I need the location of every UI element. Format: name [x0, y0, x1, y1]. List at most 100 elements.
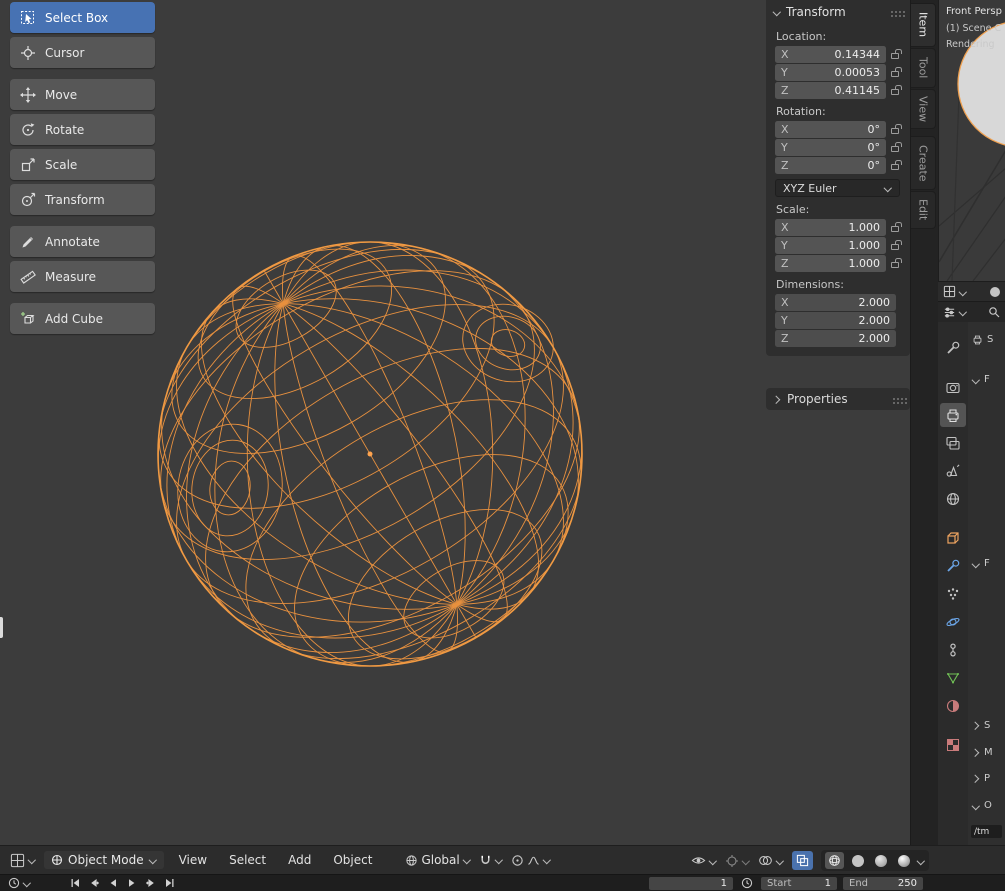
prev-keyframe-button[interactable]	[88, 877, 100, 889]
tool-cursor[interactable]: Cursor	[10, 37, 155, 68]
jump-to-start-button[interactable]	[69, 877, 81, 889]
properties-tab-world[interactable]	[940, 487, 966, 511]
scale-x-field[interactable]: X 1.000	[775, 219, 886, 236]
panel-grip-icon[interactable]	[893, 398, 895, 400]
properties-editor-icon[interactable]	[943, 306, 956, 319]
menu-view[interactable]: View	[172, 853, 214, 867]
properties-tab-object[interactable]	[940, 526, 966, 550]
scale-y-field[interactable]: Y 1.000	[775, 237, 886, 254]
proportional-editing-toggle[interactable]	[511, 854, 551, 867]
play-button[interactable]	[126, 877, 138, 889]
sidebar-tab-edit[interactable]: Edit	[911, 191, 936, 229]
tool-transform[interactable]: Transform	[10, 184, 155, 215]
properties-tab-tool[interactable]	[940, 336, 966, 360]
section-header[interactable]: F	[972, 558, 990, 569]
secondary-3d-viewport[interactable]: Front Persp (1) Scene C Rendering	[938, 0, 1005, 281]
properties-tab-texture[interactable]	[940, 733, 966, 757]
properties-tab-modifiers[interactable]	[940, 554, 966, 578]
chevron-down-icon[interactable]	[959, 308, 967, 316]
overlays-button[interactable]	[758, 854, 784, 867]
properties-breadcrumb[interactable]: S	[972, 334, 993, 345]
lock-rotation-z[interactable]	[886, 160, 904, 170]
editor-type-button[interactable]	[10, 853, 36, 868]
sidebar-tab-create[interactable]: Create	[911, 136, 936, 190]
rotation-y-field[interactable]: Y 0°	[775, 139, 886, 156]
menu-add[interactable]: Add	[281, 853, 318, 867]
properties-tab-particles[interactable]	[940, 582, 966, 606]
section-header[interactable]: F	[972, 374, 990, 385]
play-reverse-button[interactable]	[107, 877, 119, 889]
snapping-toggle[interactable]	[479, 854, 503, 867]
panel-grip-icon[interactable]	[891, 11, 893, 13]
lock-scale-y[interactable]	[886, 240, 904, 250]
next-keyframe-button[interactable]	[145, 877, 157, 889]
section-header[interactable]: O	[972, 800, 992, 811]
jump-to-end-button[interactable]	[164, 877, 176, 889]
toggle-xray-button[interactable]	[792, 851, 813, 870]
section-header[interactable]: P	[972, 773, 990, 784]
region-edge-marker[interactable]	[0, 617, 3, 638]
lock-scale-z[interactable]	[886, 258, 904, 268]
shading-wireframe-button[interactable]	[825, 852, 844, 869]
shading-solid-button[interactable]	[848, 852, 867, 869]
chevron-down-icon[interactable]	[917, 857, 925, 865]
mode-select[interactable]: Object Mode	[44, 851, 164, 869]
scale-z-field[interactable]: Z 1.000	[775, 255, 886, 272]
properties-tab-view-layer[interactable]	[940, 431, 966, 455]
shading-material-button[interactable]	[871, 852, 890, 869]
sidebar-properties-panel[interactable]: Properties	[766, 388, 910, 410]
location-z-field[interactable]: Z 0.41145	[775, 82, 886, 99]
rotation-mode-select[interactable]: XYZ Euler	[775, 179, 900, 197]
dimensions-y-field[interactable]: Y 2.000	[775, 312, 896, 329]
lock-scale-x[interactable]	[886, 222, 904, 232]
rotation-x-field[interactable]: X 0°	[775, 121, 886, 138]
tool-add-cube[interactable]: Add Cube	[10, 303, 155, 334]
chevron-down-icon[interactable]	[543, 856, 551, 864]
properties-tab-render[interactable]	[940, 375, 966, 399]
transform-panel-header[interactable]: Transform	[766, 0, 910, 24]
properties-tab-constraints[interactable]	[940, 638, 966, 662]
transform-orientation-select[interactable]: Global	[405, 853, 470, 867]
rotation-z-field[interactable]: Z 0°	[775, 157, 886, 174]
tool-rotate[interactable]: Rotate	[10, 114, 155, 145]
editor-type-icon[interactable]	[943, 285, 956, 298]
tool-move[interactable]: Move	[10, 79, 155, 110]
properties-tab-output[interactable]	[940, 403, 966, 427]
dimensions-z-field[interactable]: Z 2.000	[775, 330, 896, 347]
section-header[interactable]: M	[972, 747, 993, 758]
shading-sphere-icon[interactable]	[990, 286, 1000, 297]
current-frame-field[interactable]: 1	[649, 876, 733, 890]
location-x-field[interactable]: X 0.14344	[775, 46, 886, 63]
chevron-down-icon[interactable]	[959, 288, 967, 296]
tool-annotate[interactable]: Annotate	[10, 226, 155, 257]
menu-object[interactable]: Object	[326, 853, 379, 867]
sidebar-tab-tool[interactable]: Tool	[911, 48, 936, 88]
timeline-editor-type-button[interactable]	[8, 877, 31, 889]
tool-select-box[interactable]: Select Box	[10, 2, 155, 33]
menu-select[interactable]: Select	[222, 853, 273, 867]
dimensions-x-field[interactable]: X 2.000	[775, 294, 896, 311]
chevron-down-icon[interactable]	[495, 856, 503, 864]
lock-rotation-y[interactable]	[886, 142, 904, 152]
frame-end-field[interactable]: End 250	[843, 876, 923, 890]
location-y-field[interactable]: Y 0.00053	[775, 64, 886, 81]
properties-tab-object-data[interactable]	[940, 666, 966, 690]
lock-location-x[interactable]	[886, 49, 904, 59]
wireframe-sphere-object[interactable]	[150, 234, 590, 674]
tool-scale[interactable]: Scale	[10, 149, 155, 180]
shading-rendered-button[interactable]	[894, 852, 913, 869]
search-icon[interactable]	[988, 306, 1000, 318]
frame-start-field[interactable]: Start 1	[761, 876, 837, 890]
properties-tab-physics[interactable]	[940, 610, 966, 634]
sidebar-tab-view[interactable]: View	[911, 89, 936, 129]
properties-tab-scene[interactable]	[940, 459, 966, 483]
tool-measure[interactable]: Measure	[10, 261, 155, 292]
sidebar-tab-item[interactable]: Item	[911, 3, 936, 47]
section-header[interactable]: S	[972, 720, 990, 731]
show-object-types-button[interactable]	[691, 854, 717, 867]
lock-location-z[interactable]	[886, 85, 904, 95]
properties-tab-material[interactable]	[940, 694, 966, 718]
lock-location-y[interactable]	[886, 67, 904, 77]
lock-rotation-x[interactable]	[886, 124, 904, 134]
output-path-field[interactable]: /tm	[971, 825, 1002, 838]
